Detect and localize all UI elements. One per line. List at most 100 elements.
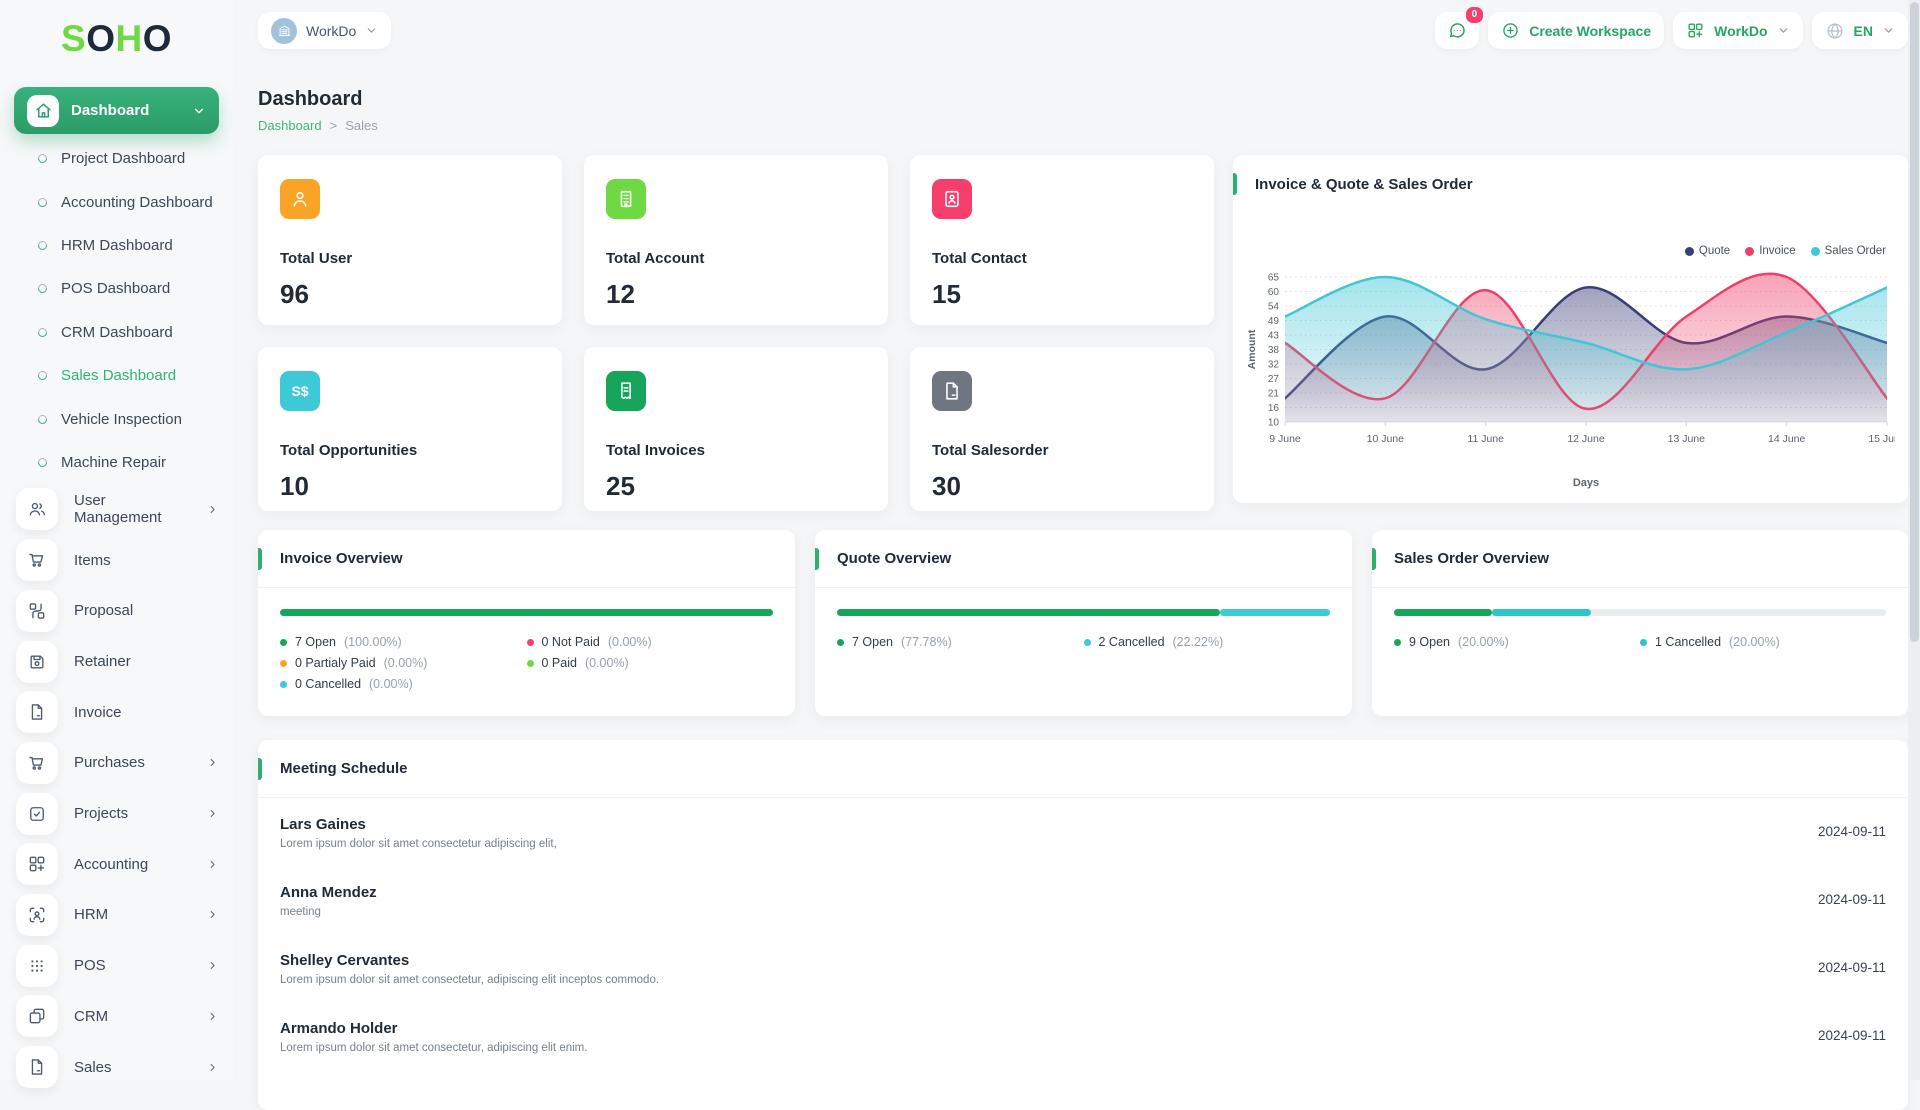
sidebar-item-accounting[interactable]: Accounting <box>0 839 233 890</box>
invoice-overview-card: Invoice Overview 7 Open(100.00%) 0 Parti… <box>258 530 795 716</box>
legend-dot <box>1640 639 1647 646</box>
sidebar-item-invoice[interactable]: Invoice <box>0 687 233 738</box>
contact-card-icon <box>932 179 972 219</box>
svg-text:49: 49 <box>1268 316 1280 327</box>
card-title: Invoice Overview <box>280 550 403 567</box>
sidebar-item-dashboard[interactable]: Dashboard <box>14 87 219 134</box>
meeting-date: 2024-09-11 <box>1818 960 1886 975</box>
sidebar: SOHO Dashboard Project Dashboard Account… <box>0 0 233 1080</box>
legend-entry: 0 Paid(0.00%) <box>527 656 774 670</box>
sidebar-item-purchases[interactable]: Purchases <box>0 738 233 789</box>
messages-badge: 0 <box>1464 5 1486 25</box>
svg-text:14 June: 14 June <box>1768 433 1806 445</box>
sales-order-overview-card: Sales Order Overview 9 Open(20.00%) 1 Ca… <box>1372 530 1908 716</box>
sidebar-item-project-dashboard[interactable]: Project Dashboard <box>0 137 233 180</box>
brand-letter: H <box>115 18 142 59</box>
sidebar-item-retainer[interactable]: Retainer <box>0 636 233 687</box>
svg-text:27: 27 <box>1268 374 1280 385</box>
svg-text:12 June: 12 June <box>1567 433 1605 445</box>
legend-entry: 7 Open(100.00%) <box>280 635 527 649</box>
quote-progress-bar <box>837 609 1330 616</box>
check-square-icon <box>16 793 58 835</box>
legend-item-invoice[interactable]: Invoice <box>1745 245 1795 257</box>
sidebar-item-hrm[interactable]: HRM <box>0 890 233 941</box>
sidebar-item-sales[interactable]: Sales <box>0 1042 233 1093</box>
stat-card-total-invoices: Total Invoices 25 <box>584 347 888 511</box>
sidebar-item-proposal[interactable]: Proposal <box>0 586 233 637</box>
quote-overview-card: Quote Overview 7 Open(77.78%) 2 Cancelle… <box>815 530 1352 716</box>
card-title: Quote Overview <box>837 550 951 567</box>
chevron-right-icon <box>206 503 219 516</box>
breadcrumb: Dashboard > Sales <box>258 118 378 133</box>
meeting-date: 2024-09-11 <box>1818 892 1886 907</box>
circle-icon <box>36 282 49 295</box>
opportunities-icon: S$ <box>280 371 320 411</box>
legend-entry: 0 Partialy Paid(0.00%) <box>280 656 527 670</box>
card-title: Meeting Schedule <box>280 760 408 777</box>
workspace-selector[interactable]: WorkDo <box>258 12 391 49</box>
invoice-quote-salesorder-chart-card: Invoice & Quote & Sales Order Quote Invo… <box>1233 155 1908 503</box>
legend-item-sales-order[interactable]: Sales Order <box>1811 245 1886 257</box>
sidebar-item-items[interactable]: Items <box>0 535 233 586</box>
scrollbar-thumb[interactable] <box>1910 2 1919 642</box>
svg-text:65: 65 <box>1268 273 1280 284</box>
svg-text:32: 32 <box>1268 360 1280 371</box>
page-scrollbar[interactable] <box>1908 0 1920 1080</box>
chevron-right-icon <box>206 807 219 820</box>
save-icon <box>16 641 58 683</box>
legend-dot <box>527 639 534 646</box>
legend-dot <box>280 639 287 646</box>
chart-title: Invoice & Quote & Sales Order <box>1255 176 1473 193</box>
chevron-down-icon <box>192 104 206 118</box>
meeting-row: Armando Holder Lorem ipsum dolor sit ame… <box>280 1006 1886 1074</box>
sidebar-item-machine-repair[interactable]: Machine Repair <box>0 441 233 484</box>
svg-text:54: 54 <box>1268 302 1280 313</box>
legend-entry: 1 Cancelled(20.00%) <box>1640 635 1886 649</box>
stat-cards: Total User 96 Total Account 12 Total Con… <box>258 155 1214 511</box>
meeting-row: Lars Gaines Lorem ipsum dolor sit amet c… <box>280 802 1886 870</box>
file-icon <box>16 691 58 733</box>
meeting-date: 2024-09-11 <box>1818 1028 1886 1043</box>
breadcrumb-dashboard-link[interactable]: Dashboard <box>258 118 322 133</box>
sidebar-item-accounting-dashboard[interactable]: Accounting Dashboard <box>0 180 233 223</box>
accent-bar <box>258 758 262 780</box>
workspace-avatar <box>271 18 297 44</box>
sidebar-item-pos-dashboard[interactable]: POS Dashboard <box>0 267 233 310</box>
messages-button[interactable]: 0 <box>1435 12 1479 49</box>
sidebar-item-crm[interactable]: CRM <box>0 991 233 1042</box>
legend-entry: 7 Open(77.78%) <box>837 635 1084 649</box>
language-selector[interactable]: EN <box>1812 12 1908 49</box>
plus-circle-icon <box>1501 21 1520 40</box>
sidebar-item-sales-dashboard[interactable]: Sales Dashboard <box>0 354 233 397</box>
stat-card-total-user: Total User 96 <box>258 155 562 325</box>
legend-entry: 2 Cancelled(22.22%) <box>1084 635 1331 649</box>
app-switcher-button[interactable]: WorkDo <box>1673 12 1802 49</box>
sidebar-item-crm-dashboard[interactable]: CRM Dashboard <box>0 311 233 354</box>
sidebar-item-user-management[interactable]: User Management <box>0 484 233 535</box>
circle-icon <box>36 369 49 382</box>
accent-bar <box>258 548 262 570</box>
file-icon <box>16 1046 58 1088</box>
dots-grid-icon <box>16 945 58 987</box>
accent-bar <box>815 548 819 570</box>
svg-text:43: 43 <box>1268 331 1280 342</box>
svg-text:9 June: 9 June <box>1269 433 1301 445</box>
sidebar-item-projects[interactable]: Projects <box>0 788 233 839</box>
grid-plus-icon <box>1686 21 1705 40</box>
sidebar-item-hrm-dashboard[interactable]: HRM Dashboard <box>0 224 233 267</box>
legend-entry: 0 Not Paid(0.00%) <box>527 635 774 649</box>
svg-text:38: 38 <box>1268 345 1280 356</box>
legend-item-quote[interactable]: Quote <box>1685 245 1730 257</box>
brand-letter: O <box>86 18 115 59</box>
breadcrumb-current: Sales <box>345 118 378 133</box>
cart-icon <box>16 742 58 784</box>
grid-plus-icon <box>16 843 58 885</box>
brand-letter: S <box>61 18 86 59</box>
legend-dot <box>1394 639 1401 646</box>
create-workspace-button[interactable]: Create Workspace <box>1488 12 1664 49</box>
legend-dot <box>1745 247 1754 256</box>
sidebar-item-vehicle-inspection[interactable]: Vehicle Inspection <box>0 397 233 440</box>
meeting-date: 2024-09-11 <box>1818 824 1886 839</box>
page-header: Dashboard Dashboard > Sales <box>258 88 378 133</box>
sidebar-item-pos[interactable]: POS <box>0 940 233 991</box>
